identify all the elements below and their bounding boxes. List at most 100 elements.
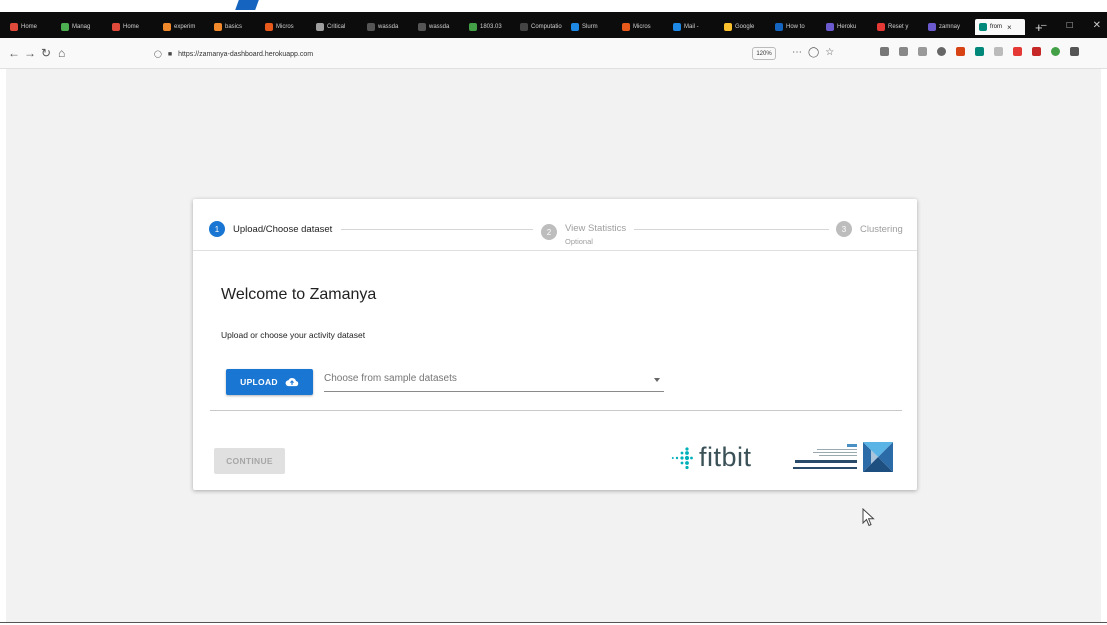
tab-label: Mail - [684, 24, 699, 30]
tab-favicon-icon [367, 23, 375, 31]
minimize-icon[interactable]: – [1041, 20, 1047, 31]
tab-label: basics [225, 24, 243, 30]
sidebar-icon[interactable] [918, 47, 927, 56]
pocket-icon[interactable]: ◯ [808, 47, 819, 58]
browser-tab[interactable]: Mail - [669, 19, 716, 35]
browser-tab[interactable]: 1803.03 [465, 19, 512, 35]
hbku-text-block [789, 442, 857, 472]
browser-tab[interactable]: Manag [57, 19, 104, 35]
step-number: 3 [836, 221, 852, 237]
more-actions-icon[interactable]: ⋯ [792, 47, 802, 58]
bookmark-star-icon[interactable]: ☆ [825, 47, 834, 58]
tab-favicon-icon [928, 23, 936, 31]
browser-window: Home Manag Home experim basics Micros Critical… [0, 0, 1107, 625]
tab-favicon-icon [622, 23, 630, 31]
step-view-statistics[interactable]: 2 View Statistics Optional [541, 218, 626, 246]
tab-label: from [990, 24, 1002, 30]
reload-icon[interactable]: ↻ [41, 47, 51, 59]
tab-label: wassda [378, 24, 399, 30]
upload-button[interactable]: UPLOAD [226, 369, 313, 395]
step-clustering[interactable]: 3 Clustering [836, 221, 903, 237]
step-label: View Statistics [565, 223, 627, 234]
step-number: 1 [209, 221, 225, 237]
step-connector [341, 229, 533, 230]
extension-icon[interactable] [1013, 47, 1022, 56]
accent-mark [235, 0, 259, 10]
browser-tab[interactable]: from × [975, 19, 1025, 35]
browser-tab[interactable]: Critical [312, 19, 359, 35]
library-icon[interactable] [899, 47, 908, 56]
lock-icon: ■ [167, 50, 173, 58]
browser-tab[interactable]: Home [108, 19, 155, 35]
browser-tab[interactable]: experim [159, 19, 206, 35]
tab-favicon-icon [61, 23, 69, 31]
browser-tab[interactable]: wassda [414, 19, 461, 35]
zoom-indicator[interactable]: 120% [752, 47, 776, 60]
fitbit-logo: fitbit [671, 444, 752, 471]
tab-label: Computatio [531, 24, 562, 30]
close-tab-icon[interactable]: × [1007, 23, 1012, 32]
browser-tab[interactable]: Micros [618, 19, 665, 35]
tab-favicon-icon [673, 23, 681, 31]
step-upload[interactable]: 1 Upload/Choose dataset [209, 221, 332, 237]
browser-tab[interactable]: Home [6, 19, 53, 35]
divider [210, 410, 902, 411]
extension-icon[interactable] [994, 47, 1003, 56]
wizard-card: 1 Upload/Choose dataset 2 View Statistic… [193, 199, 917, 490]
browser-tab[interactable]: Reset y [873, 19, 920, 35]
tab-favicon-icon [418, 23, 426, 31]
window-controls: – □ ✕ [1041, 20, 1101, 31]
browser-tab[interactable]: How to [771, 19, 818, 35]
hbku-emblem-icon [863, 442, 893, 472]
continue-button[interactable]: CONTINUE [214, 448, 285, 474]
downloads-icon[interactable] [880, 47, 889, 56]
browser-tab[interactable]: Slurm [567, 19, 614, 35]
tab-label: Micros [276, 24, 294, 30]
nav-bar: ← → ↻ ⌂ ◯ ■ https://zamanya-dashboard.he… [0, 38, 1107, 69]
tab-favicon-icon [571, 23, 579, 31]
tab-label: Slurm [582, 24, 598, 30]
tab-favicon-icon [826, 23, 834, 31]
tab-label: 1803.03 [480, 24, 502, 30]
account-icon[interactable] [937, 47, 946, 56]
tab-label: Home [123, 24, 140, 30]
browser-tab[interactable]: Heroku [822, 19, 869, 35]
chevron-down-icon [654, 378, 660, 382]
home-icon[interactable]: ⌂ [58, 47, 65, 59]
forward-icon[interactable]: → [24, 47, 36, 59]
tab-favicon-icon [877, 23, 885, 31]
tab-favicon-icon [724, 23, 732, 31]
top-band [0, 0, 1107, 12]
browser-tab[interactable]: Computatio [516, 19, 563, 35]
tab-label: Critical [327, 24, 346, 30]
tab-label: How to [786, 24, 805, 30]
sample-dataset-select[interactable]: Choose from sample datasets [324, 371, 664, 392]
tab-label: Reset y [888, 24, 909, 30]
extension-icon[interactable] [1032, 47, 1041, 56]
hbku-logo [789, 442, 893, 472]
browser-tab[interactable]: Micros [261, 19, 308, 35]
browser-tab[interactable]: zamnay [924, 19, 971, 35]
browser-tab[interactable]: basics [210, 19, 257, 35]
menu-icon[interactable] [1070, 47, 1079, 56]
fitbit-wordmark: fitbit [699, 442, 752, 472]
step-label: Clustering [860, 223, 903, 235]
url-bar[interactable]: ◯ ■ https://zamanya-dashboard.herokuapp.… [150, 45, 850, 63]
maximize-icon[interactable]: □ [1067, 20, 1073, 31]
extension-icon[interactable] [1051, 47, 1060, 56]
step-number: 2 [541, 224, 557, 240]
tab-label: Micros [633, 24, 651, 30]
tab-label: Home [21, 24, 38, 30]
browser-tab[interactable]: Google [720, 19, 767, 35]
tab-favicon-icon [775, 23, 783, 31]
tab-favicon-icon [979, 23, 987, 31]
back-icon[interactable]: ← [8, 47, 20, 59]
mouse-cursor-icon [862, 508, 875, 527]
page-title: Welcome to Zamanya [221, 286, 377, 303]
extension-icon[interactable] [975, 47, 984, 56]
browser-tab[interactable]: wassda [363, 19, 410, 35]
tab-favicon-icon [520, 23, 528, 31]
extension-icon[interactable] [956, 47, 965, 56]
tab-strip: Home Manag Home experim basics Micros Critical… [0, 0, 1107, 38]
close-window-icon[interactable]: ✕ [1093, 20, 1101, 31]
